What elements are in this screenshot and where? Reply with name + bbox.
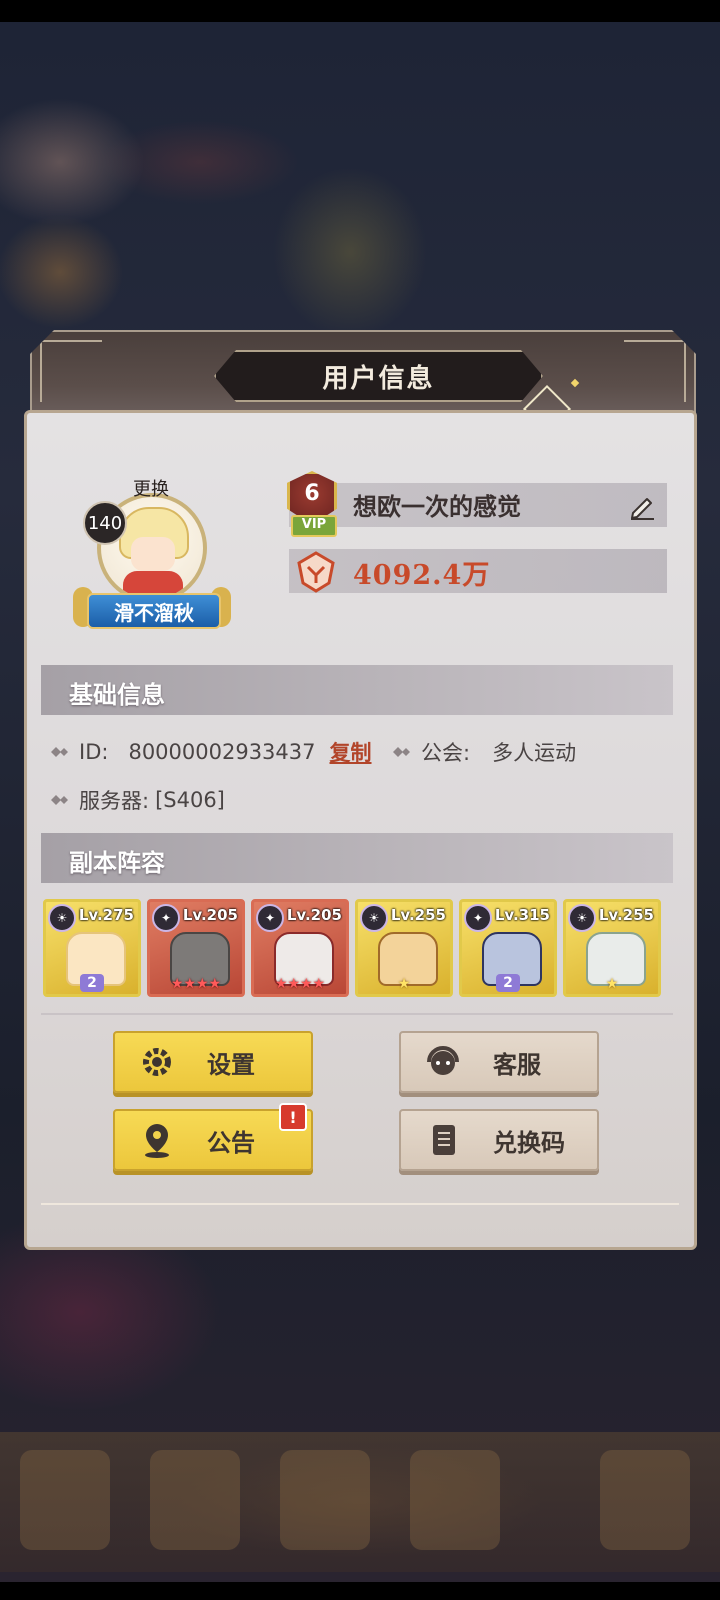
hero-card[interactable]: ✦ Lv.205 ★★★★ bbox=[147, 899, 245, 997]
hero-stars: ★ bbox=[397, 976, 411, 992]
redeem-code-button[interactable]: 兑换码 bbox=[399, 1109, 599, 1171]
hero-rank: 2 bbox=[80, 974, 104, 992]
diamond-bullet-icon bbox=[51, 795, 68, 805]
customer-service-button[interactable]: 客服 bbox=[399, 1031, 599, 1093]
hero-card[interactable]: ✦ Lv.315 2 bbox=[459, 899, 557, 997]
dialog-title: 用户信息 bbox=[322, 363, 435, 394]
power-icon bbox=[297, 551, 335, 593]
id-label: ID: bbox=[79, 740, 109, 764]
vip-level: 6 bbox=[304, 481, 320, 506]
lineup-title: 副本阵容 bbox=[69, 849, 165, 877]
dialog-title-plate: 用户信息 bbox=[214, 350, 543, 402]
hero-level: Lv.255 bbox=[390, 906, 446, 924]
avatar-change-label: 更换 bbox=[133, 479, 169, 500]
user-info-dialog: 用户信息 更换 140 滑不溜秋 6 VIP 想欧一次的感觉 4092.4万 基… bbox=[24, 330, 697, 1250]
background-bottom-menu bbox=[0, 1432, 720, 1572]
id-line: ID: 80000002933437 复制 bbox=[49, 737, 372, 767]
navigation-bar bbox=[0, 1582, 720, 1600]
hero-card[interactable]: ✦ Lv.205 ★★★★ bbox=[251, 899, 349, 997]
hero-card[interactable]: ☀ Lv.275 2 bbox=[43, 899, 141, 997]
hero-level: Lv.275 bbox=[78, 906, 134, 924]
hero-level: Lv.205 bbox=[182, 906, 238, 924]
location-pin-icon bbox=[145, 1124, 169, 1158]
guild-value: 多人运动 bbox=[492, 741, 577, 765]
id-value: 80000002933437 bbox=[128, 740, 316, 764]
notebook-icon bbox=[433, 1125, 455, 1155]
hero-level: Lv.205 bbox=[286, 906, 342, 924]
player-level-badge: 140 bbox=[83, 501, 127, 545]
basic-info-title: 基础信息 bbox=[69, 681, 165, 709]
status-bar bbox=[0, 0, 720, 22]
server-label: 服务器: bbox=[79, 789, 150, 813]
vip-label: VIP bbox=[291, 515, 337, 537]
element-icon: ✦ bbox=[464, 904, 492, 932]
edit-icon[interactable] bbox=[627, 491, 657, 521]
guild-label: 公会: bbox=[421, 741, 471, 765]
hero-stars: ★★★★ bbox=[170, 976, 222, 992]
hero-stars: ★ bbox=[605, 976, 619, 992]
alert-badge: ! bbox=[279, 1103, 307, 1131]
bottom-ornament bbox=[41, 1203, 679, 1223]
element-icon: ✦ bbox=[152, 904, 180, 932]
player-name: 想欧一次的感觉 bbox=[353, 493, 521, 521]
lineup-header: 副本阵容 bbox=[41, 833, 673, 883]
hero-level: Lv.255 bbox=[598, 906, 654, 924]
basic-info-header: 基础信息 bbox=[41, 665, 673, 715]
vip-badge: 6 VIP bbox=[283, 471, 341, 537]
element-icon: ☀ bbox=[360, 904, 388, 932]
hero-card[interactable]: ☀ Lv.255 ★ bbox=[355, 899, 453, 997]
gear-icon bbox=[143, 1048, 171, 1076]
hero-card[interactable]: ☀ Lv.255 ★ bbox=[563, 899, 661, 997]
element-icon: ☀ bbox=[48, 904, 76, 932]
divider bbox=[41, 1013, 673, 1015]
diamond-bullet-icon bbox=[51, 747, 68, 757]
server-value: [S406] bbox=[155, 788, 225, 812]
avatar[interactable]: 更换 140 滑不溜秋 bbox=[73, 475, 237, 629]
headset-icon bbox=[427, 1046, 459, 1075]
player-title-badge: 滑不溜秋 bbox=[87, 593, 221, 629]
dialog-body: 更换 140 滑不溜秋 6 VIP 想欧一次的感觉 4092.4万 基础信息 I… bbox=[24, 410, 697, 1250]
power-value: 4092.4万 bbox=[353, 560, 491, 591]
element-icon: ✦ bbox=[256, 904, 284, 932]
hero-rank: 2 bbox=[496, 974, 520, 992]
hero-stars: ★★★★ bbox=[274, 976, 326, 992]
settings-label: 设置 bbox=[207, 1050, 255, 1079]
hero-lineup: ☀ Lv.275 2 ✦ Lv.205 ★★★★ ✦ Lv.205 ★★★★ ☀… bbox=[43, 899, 683, 999]
element-icon: ☀ bbox=[568, 904, 596, 932]
copy-id-link[interactable]: 复制 bbox=[330, 737, 372, 767]
announcement-label: 公告 bbox=[207, 1128, 255, 1157]
redeem-code-label: 兑换码 bbox=[493, 1128, 565, 1157]
settings-button[interactable]: 设置 bbox=[113, 1031, 313, 1093]
server-line: 服务器: [S406] bbox=[49, 785, 225, 815]
customer-service-label: 客服 bbox=[493, 1050, 541, 1079]
diamond-bullet-icon bbox=[393, 747, 410, 757]
guild-line: 公会: 多人运动 bbox=[391, 737, 576, 767]
hero-level: Lv.315 bbox=[494, 906, 550, 924]
